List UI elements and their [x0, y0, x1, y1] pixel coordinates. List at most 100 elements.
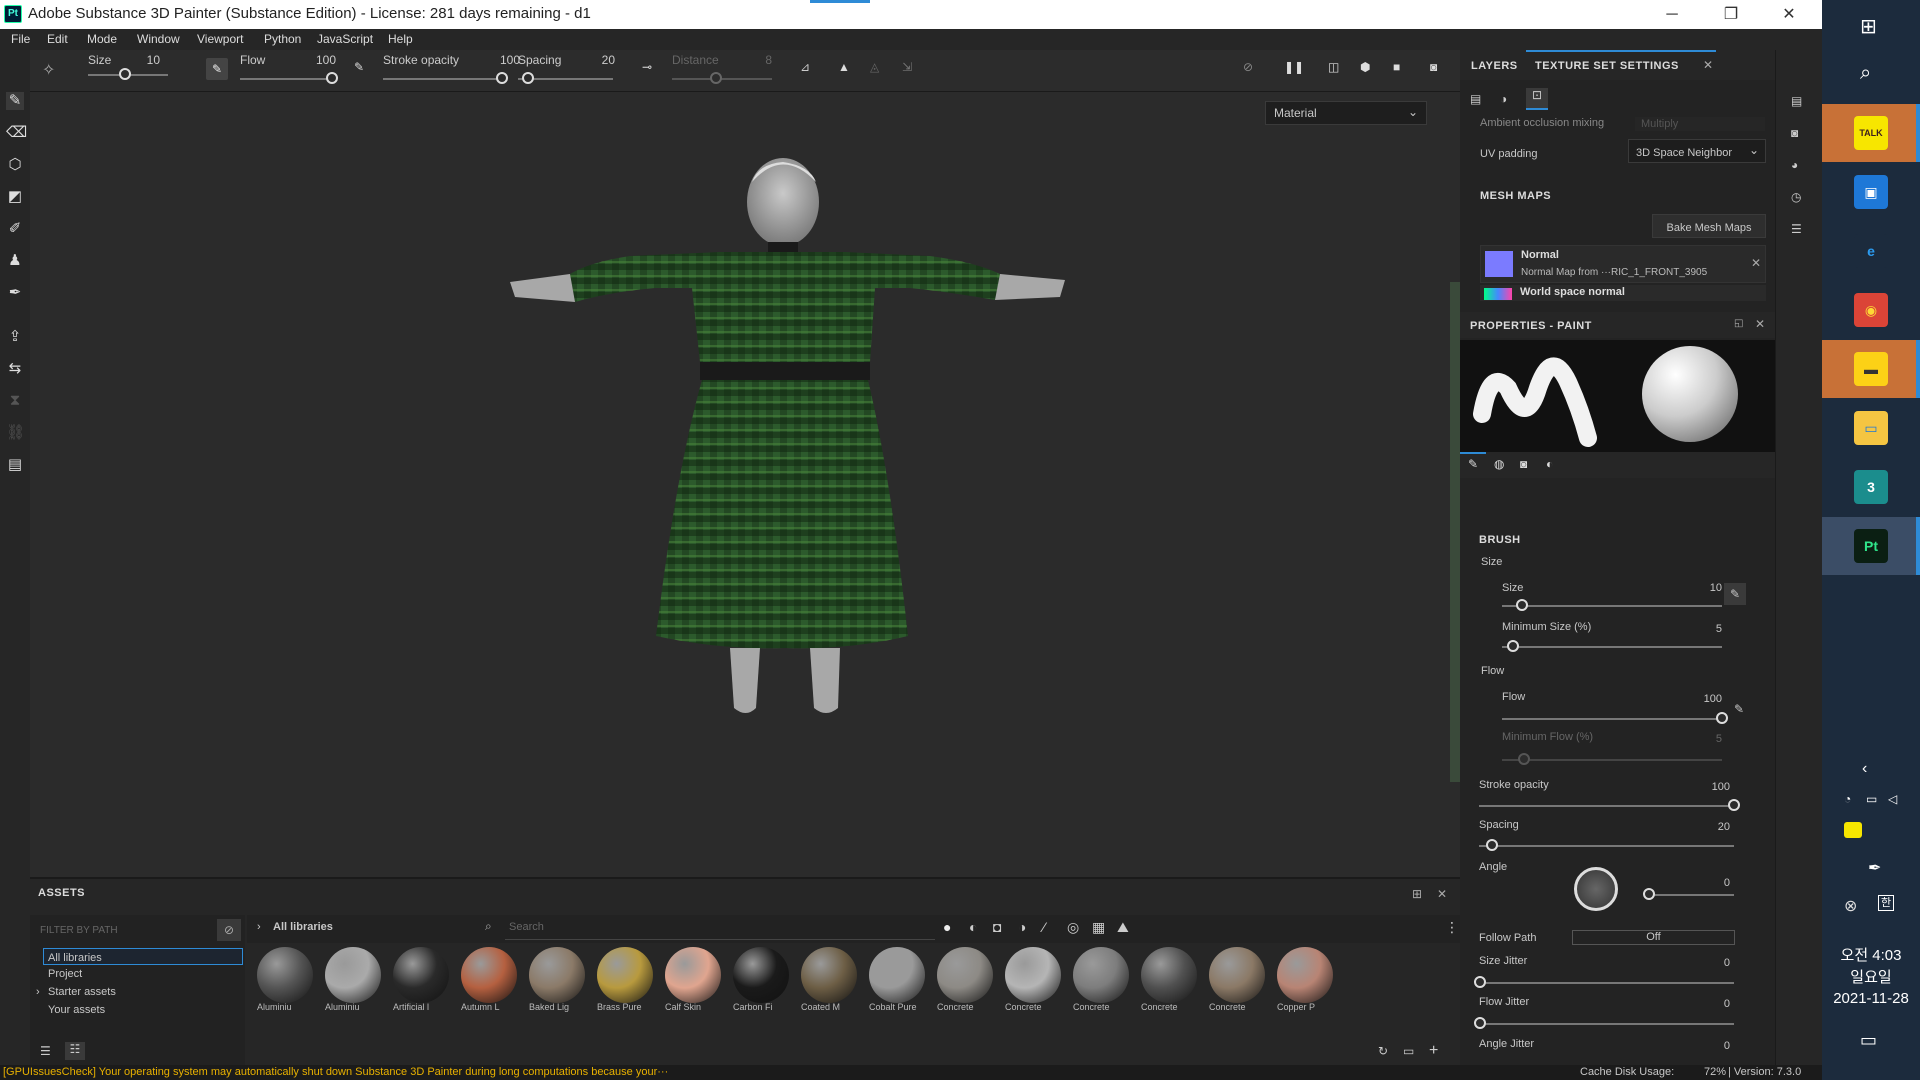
- clock-date[interactable]: 2021-11-28: [1822, 990, 1920, 1007]
- taskbar-substance-painter[interactable]: Pt: [1822, 517, 1920, 575]
- paint-brush-icon[interactable]: ✎: [6, 92, 24, 110]
- taskbar-internet-explorer[interactable]: e: [1822, 222, 1920, 280]
- material-thumbnail[interactable]: Concrete: [935, 947, 995, 1012]
- flow-slider[interactable]: [1502, 712, 1728, 724]
- filter-textures-icon[interactable]: ◎: [1067, 919, 1079, 936]
- flow-pressure-icon[interactable]: ✎: [1734, 702, 1744, 716]
- taskbar-remote-desktop[interactable]: ▣: [1822, 163, 1920, 221]
- ao-mixing-select[interactable]: Multiply: [1635, 117, 1765, 131]
- toolbar-flow-knob[interactable]: [326, 72, 338, 84]
- taskbar-3ds-max[interactable]: 3: [1822, 458, 1920, 516]
- material-thumbnail[interactable]: Concrete: [1003, 947, 1063, 1012]
- close-button[interactable]: ✕: [1760, 0, 1818, 29]
- filter-masks-icon[interactable]: ◘: [993, 919, 1001, 935]
- min-flow-slider[interactable]: [1502, 759, 1722, 761]
- display-settings-icon[interactable]: ◙: [1791, 126, 1798, 140]
- ruler-icon[interactable]: ⊿: [800, 60, 810, 74]
- menu-mode[interactable]: Mode: [87, 32, 117, 46]
- tree-your-assets[interactable]: Your assets: [48, 1004, 105, 1016]
- filter-by-path[interactable]: FILTER BY PATH: [40, 925, 118, 936]
- size-jitter-knob[interactable]: [1474, 976, 1486, 988]
- slider-knob[interactable]: [1728, 799, 1740, 811]
- angle-dial[interactable]: [1574, 867, 1618, 911]
- normal-map-slot[interactable]: Normal Normal Map from ···RIC_1_FRONT_39…: [1480, 245, 1766, 283]
- toolbar-spacing-knob[interactable]: [522, 72, 534, 84]
- material-thumbnail[interactable]: Concrete: [1071, 947, 1131, 1012]
- stencil-icon[interactable]: ⇲: [902, 60, 912, 74]
- clock-day[interactable]: 일요일: [1822, 966, 1920, 987]
- bake-icon[interactable]: ⇪: [6, 328, 24, 346]
- color-picker-icon[interactable]: ✒: [6, 284, 24, 302]
- toolbar-stroke-slider[interactable]: [383, 78, 503, 80]
- uv-padding-select[interactable]: 3D Space Neighbor ⌄: [1628, 139, 1766, 163]
- material-tab-icon[interactable]: ◐: [1546, 457, 1553, 471]
- material-thumbnail[interactable]: Artificial l: [391, 947, 451, 1012]
- add-icon[interactable]: +: [1429, 1042, 1438, 1060]
- filter-environments-icon[interactable]: ⛰: [1117, 919, 1129, 936]
- display-mode-icon[interactable]: ⬢: [1360, 60, 1370, 74]
- material-thumbnail[interactable]: Autumn L: [459, 947, 519, 1012]
- tab-layers[interactable]: LAYERS: [1471, 60, 1518, 72]
- slider-knob[interactable]: [1485, 839, 1498, 851]
- material-thumbnail[interactable]: Calf Skin: [663, 947, 723, 1012]
- minimize-button[interactable]: ─: [1643, 0, 1701, 29]
- battery-icon[interactable]: ▭: [1866, 792, 1877, 806]
- taskbar-sticky-notes[interactable]: ▬: [1822, 340, 1920, 398]
- menu-help[interactable]: Help: [388, 32, 413, 46]
- brush-size-pressure-icon[interactable]: ✎: [1724, 583, 1746, 605]
- layers-dock-icon[interactable]: ▤: [1791, 94, 1802, 108]
- start-icon[interactable]: ⊞: [1860, 14, 1877, 39]
- network-icon[interactable]: ◔: [1844, 792, 1851, 806]
- material-thumbnail[interactable]: Brass Pure: [595, 947, 655, 1012]
- projection-icon[interactable]: ⬡: [6, 156, 24, 174]
- material-thumbnail[interactable]: Cobalt Pure: [867, 947, 927, 1012]
- remove-map-icon[interactable]: ✕: [1751, 256, 1761, 270]
- ime-indicator[interactable]: 한: [1878, 895, 1894, 911]
- list-view-icon[interactable]: ☰: [40, 1044, 51, 1058]
- flow-pen-pressure-icon[interactable]: ✎: [354, 60, 364, 74]
- shader-settings-icon[interactable]: ◕: [1791, 158, 1798, 172]
- toolbar-size-knob[interactable]: [119, 68, 131, 80]
- maximize-button[interactable]: ❐: [1702, 0, 1760, 29]
- stroke-opacity-slider[interactable]: [1479, 799, 1740, 811]
- material-thumbnail[interactable]: Aluminiu: [323, 947, 383, 1012]
- undock-icon[interactable]: ⊞: [1412, 887, 1422, 901]
- taskbar-kakaotalk[interactable]: TALK: [1822, 104, 1920, 162]
- polygon-fill-icon[interactable]: ◩: [6, 188, 24, 206]
- lazy-mouse-icon[interactable]: ⊸: [642, 60, 652, 74]
- min-flow-knob[interactable]: [1518, 753, 1530, 765]
- refresh-icon[interactable]: ↻: [1378, 1044, 1388, 1058]
- split-view-icon[interactable]: ◫: [1328, 60, 1339, 74]
- close-assets-icon[interactable]: ✕: [1437, 887, 1447, 901]
- filter-materials-icon[interactable]: ●: [943, 919, 951, 935]
- material-thumbnail[interactable]: Concrete: [1207, 947, 1267, 1012]
- angle-slider[interactable]: [1648, 894, 1734, 896]
- brush-size-slider[interactable]: [1502, 599, 1722, 611]
- breadcrumb[interactable]: All libraries: [273, 921, 333, 933]
- tree-view-icon[interactable]: ☷: [65, 1042, 85, 1060]
- kakaotalk-tray-icon[interactable]: [1844, 822, 1862, 838]
- material-icon[interactable]: ◑: [1500, 92, 1507, 106]
- material-thumbnail[interactable]: Concrete: [1139, 947, 1199, 1012]
- smudge-icon[interactable]: ✐: [6, 220, 24, 238]
- flow-jitter-slider[interactable]: [1479, 1023, 1734, 1025]
- menu-viewport[interactable]: Viewport: [197, 32, 243, 46]
- symmetry-toggle-icon[interactable]: ▲: [838, 60, 850, 74]
- tray-close-icon[interactable]: ⊗: [1844, 896, 1857, 916]
- brush-preset-icon[interactable]: ✧: [42, 60, 55, 80]
- menu-python[interactable]: Python: [264, 32, 301, 46]
- angle-knob[interactable]: [1643, 888, 1655, 900]
- min-size-slider[interactable]: [1502, 640, 1722, 652]
- menu-file[interactable]: File: [11, 32, 30, 46]
- flow-jitter-knob[interactable]: [1474, 1017, 1486, 1029]
- slider-knob[interactable]: [1515, 599, 1528, 611]
- volume-icon[interactable]: ◁: [1888, 792, 1897, 806]
- taskbar-file-explorer[interactable]: ▭: [1822, 399, 1920, 457]
- tree-project[interactable]: Project: [48, 968, 82, 980]
- bake-mesh-maps-button[interactable]: Bake Mesh Maps: [1652, 214, 1766, 238]
- filter-smart-materials-icon[interactable]: ◐: [969, 919, 977, 935]
- screenshot-icon[interactable]: ◙: [1430, 60, 1437, 74]
- menu-edit[interactable]: Edit: [47, 32, 68, 46]
- tree-starter-assets[interactable]: Starter assets: [48, 986, 116, 998]
- settings-icon[interactable]: ⊡: [1526, 88, 1548, 108]
